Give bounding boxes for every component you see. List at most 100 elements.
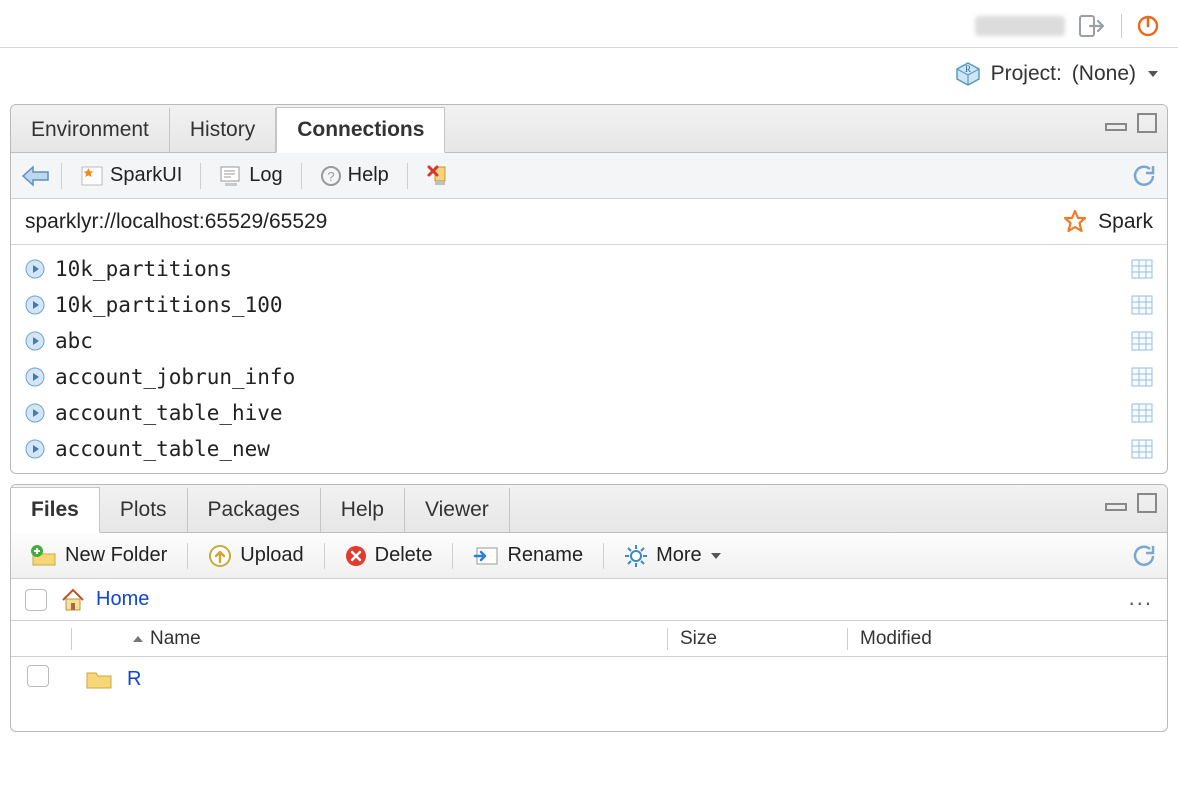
col-name[interactable]: Name [71, 628, 667, 650]
maximize-icon[interactable] [1137, 113, 1157, 133]
delete-icon [345, 545, 367, 567]
spark-badge-icon [80, 164, 104, 188]
grid-icon[interactable] [1131, 403, 1153, 423]
disconnect-icon [426, 164, 452, 188]
tab-plots[interactable]: Plots [100, 488, 188, 532]
more-menu-icon[interactable]: ... [1129, 585, 1153, 611]
top-strip [0, 4, 1178, 48]
power-icon[interactable] [1136, 14, 1160, 38]
upload-button[interactable]: Upload [198, 540, 313, 572]
maximize-icon[interactable] [1137, 493, 1157, 513]
svg-text:R: R [965, 64, 971, 74]
connections-tabs: Environment History Connections [11, 105, 1167, 153]
table-name: 10k_partitions_100 [55, 293, 283, 317]
expand-icon[interactable] [25, 403, 45, 423]
tab-packages[interactable]: Packages [188, 488, 321, 532]
breadcrumb-home[interactable]: Home [96, 588, 149, 611]
row-checkbox[interactable] [27, 665, 49, 687]
table-name: account_jobrun_info [55, 365, 295, 389]
connections-toolbar: SparkUI Log ? Help [11, 153, 1167, 199]
breadcrumb: Home ... [11, 579, 1167, 621]
expand-icon[interactable] [25, 439, 45, 459]
back-arrow-icon[interactable] [21, 164, 51, 188]
expand-icon[interactable] [25, 331, 45, 351]
upload-icon [208, 544, 232, 568]
table-name: account_table_new [55, 437, 270, 461]
upload-label: Upload [240, 544, 303, 567]
grid-icon[interactable] [1131, 367, 1153, 387]
separator [407, 163, 408, 189]
separator [301, 163, 302, 189]
tab-history[interactable]: History [170, 108, 276, 152]
tab-environment[interactable]: Environment [11, 108, 170, 152]
tab-help[interactable]: Help [321, 488, 405, 532]
log-icon [219, 165, 243, 187]
refresh-icon[interactable] [1131, 163, 1157, 189]
table-row[interactable]: 10k_partitions [11, 251, 1167, 287]
sparkui-button[interactable]: SparkUI [72, 164, 190, 188]
minimize-icon[interactable] [1105, 115, 1127, 131]
gear-icon [624, 544, 648, 568]
table-name: account_table_hive [55, 401, 283, 425]
col-name-label: Name [150, 628, 201, 650]
rename-label: Rename [507, 544, 583, 567]
new-folder-icon [31, 545, 57, 567]
file-row[interactable]: R [11, 657, 1167, 701]
username-placeholder [975, 16, 1065, 36]
table-row[interactable]: abc [11, 323, 1167, 359]
delete-button[interactable]: Delete [335, 540, 443, 571]
expand-icon[interactable] [25, 367, 45, 387]
separator [324, 543, 325, 569]
separator [187, 543, 188, 569]
separator [61, 163, 62, 189]
table-row[interactable]: account_jobrun_info [11, 359, 1167, 395]
folder-icon [85, 668, 113, 690]
expand-icon[interactable] [25, 295, 45, 315]
delete-label: Delete [375, 544, 433, 567]
minimize-icon[interactable] [1105, 495, 1127, 511]
project-label: Project: [991, 62, 1062, 86]
rename-icon [473, 545, 499, 567]
sort-asc-icon [132, 633, 144, 645]
rename-button[interactable]: Rename [463, 540, 593, 571]
separator [603, 543, 604, 569]
grid-icon[interactable] [1131, 259, 1153, 279]
chevron-down-icon[interactable] [1146, 67, 1160, 81]
connection-url-bar: sparklyr://localhost:65529/65529 Spark [11, 199, 1167, 245]
table-row[interactable]: account_table_new [11, 431, 1167, 467]
separator [1121, 14, 1122, 38]
col-modified[interactable]: Modified [847, 628, 1167, 650]
connection-url[interactable]: sparklyr://localhost:65529/65529 [25, 210, 327, 234]
column-header: Name Size Modified [11, 621, 1167, 657]
chevron-down-icon [710, 550, 722, 562]
help-button[interactable]: ? Help [312, 164, 397, 187]
project-value[interactable]: (None) [1072, 62, 1136, 86]
tab-files[interactable]: Files [11, 487, 100, 533]
expand-icon[interactable] [25, 259, 45, 279]
help-icon: ? [320, 165, 342, 187]
grid-icon[interactable] [1131, 439, 1153, 459]
tab-viewer[interactable]: Viewer [405, 488, 510, 532]
col-size[interactable]: Size [667, 628, 847, 650]
grid-icon[interactable] [1131, 331, 1153, 351]
separator [200, 163, 201, 189]
new-folder-button[interactable]: New Folder [21, 540, 177, 571]
log-button[interactable]: Log [211, 164, 290, 187]
tab-connections[interactable]: Connections [276, 107, 445, 153]
engine-label: Spark [1098, 210, 1153, 234]
file-name[interactable]: R [127, 668, 141, 691]
refresh-icon[interactable] [1131, 543, 1157, 569]
spark-star-icon [1062, 209, 1088, 235]
more-button[interactable]: More [614, 540, 732, 572]
table-row[interactable]: 10k_partitions_100 [11, 287, 1167, 323]
home-icon[interactable] [60, 587, 86, 613]
disconnect-button[interactable] [418, 164, 460, 188]
grid-icon[interactable] [1131, 295, 1153, 315]
table-row[interactable]: account_table_hive [11, 395, 1167, 431]
sign-out-icon[interactable] [1079, 14, 1107, 38]
select-all-checkbox[interactable] [25, 589, 47, 611]
connections-panel: Environment History Connections [10, 104, 1168, 474]
project-row: R Project: (None) [0, 48, 1178, 100]
project-cube-icon: R [955, 61, 981, 87]
table-name: abc [55, 329, 93, 353]
